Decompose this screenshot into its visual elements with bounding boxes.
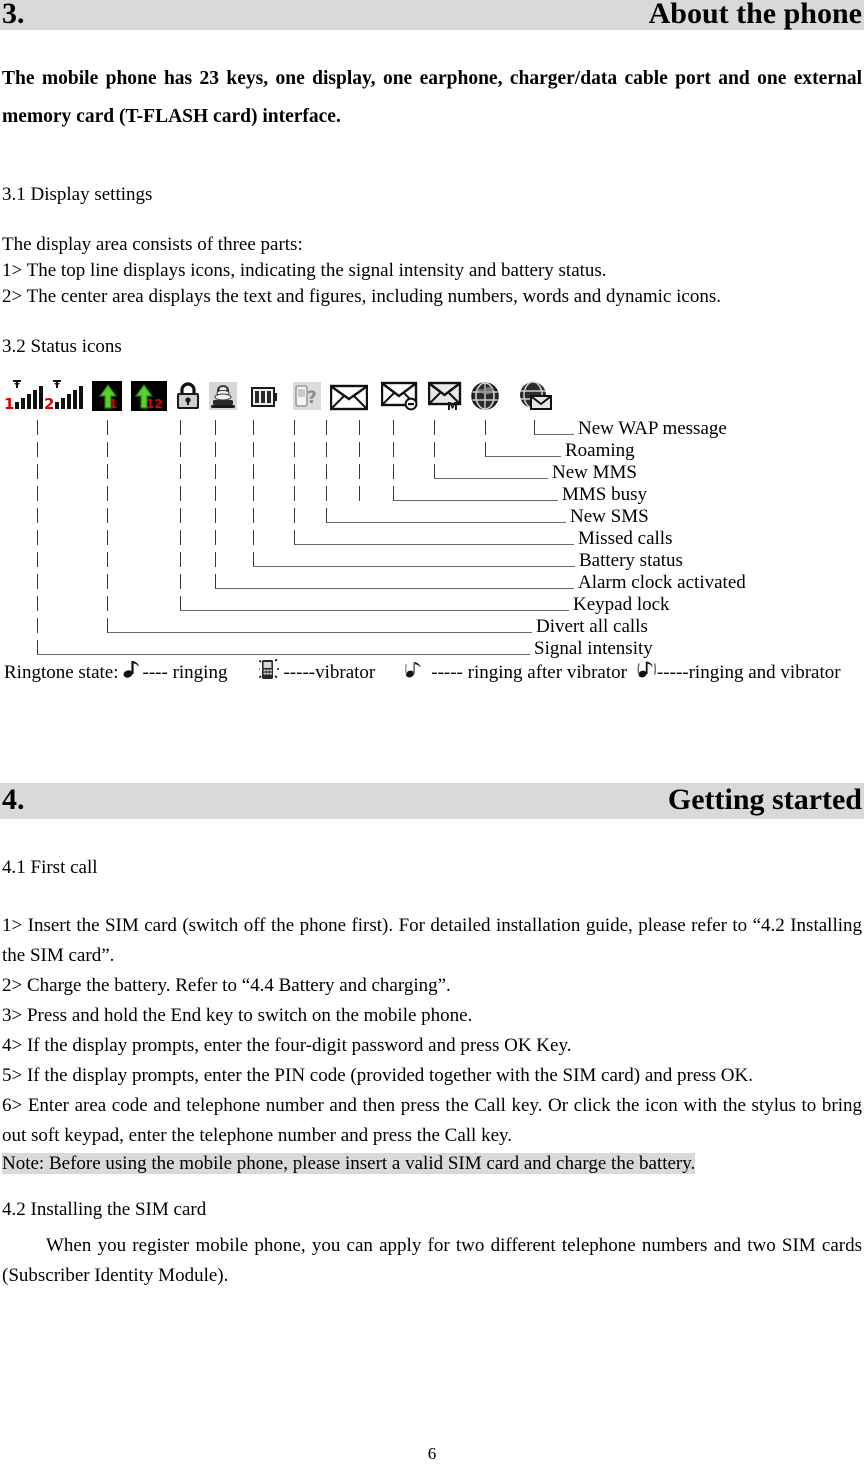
svg-text:1: 1: [4, 395, 14, 411]
chapter-4-number: 4.: [2, 782, 25, 816]
roaming-icon: [470, 381, 500, 416]
ring-and-vibrator-icon: [637, 659, 657, 686]
battery-status-icon: [250, 383, 278, 416]
status-icon-tree-diagram: New WAP message Roaming New MMS MMS busy…: [4, 416, 862, 659]
ring-after-vibrator-icon: [405, 659, 425, 686]
tree-label: New SMS: [570, 506, 649, 527]
new-wap-message-icon: [518, 381, 552, 416]
section-3-1-heading: 3.1 Display settings: [2, 184, 153, 205]
tree-label: Battery status: [579, 550, 683, 571]
section-4-1-step-3: 3> Press and hold the End key to switch …: [2, 1005, 473, 1026]
ringtone-state-line: Ringtone state: ---- ringing -----vibrat…: [4, 658, 862, 687]
section-4-1-step-5: 5> If the display prompts, enter the PIN…: [2, 1065, 754, 1086]
tree-row: New SMS: [4, 504, 862, 527]
mms-busy-icon: [380, 381, 421, 416]
ringtone-state-text-ring-and-vibrator: -----ringing and vibrator: [656, 661, 841, 683]
document-page: 3. About the phone The mobile phone has …: [0, 0, 864, 1474]
new-sms-icon: [329, 383, 369, 416]
section-4-1-note-wrapper: Note: Before using the mobile phone, ple…: [2, 1151, 862, 1177]
tree-row: Missed calls: [4, 526, 862, 549]
section-4-1-note: Note: Before using the mobile phone, ple…: [2, 1153, 696, 1174]
section-3-1-item-2: 2> The center area displays the text and…: [2, 286, 721, 307]
signal-intensity-sim2-icon: 2: [44, 379, 84, 416]
tree-row: MMS busy: [4, 482, 862, 505]
tree-label: Signal intensity: [534, 638, 653, 659]
tree-label: MMS busy: [562, 484, 647, 505]
chapter-3-number: 3.: [2, 0, 25, 30]
tree-label: Divert all calls: [536, 616, 648, 637]
svg-text:2: 2: [44, 395, 54, 411]
section-4-1-step-2: 2> Charge the battery. Refer to “4.4 Bat…: [2, 975, 451, 996]
missed-calls-icon: ?: [292, 381, 322, 416]
section-4-1-step-4: 4> If the display prompts, enter the fou…: [2, 1035, 572, 1056]
tree-row: Roaming: [4, 438, 862, 461]
section-4-1-step-6: 6> Enter area code and telephone number …: [2, 1095, 862, 1146]
section-3-1-lead: The display area consists of three parts…: [2, 234, 303, 255]
tree-row: New WAP message: [4, 416, 862, 439]
svg-text:M: M: [447, 400, 458, 411]
ringtone-state-label: Ringtone state:: [4, 661, 119, 683]
tree-label: Alarm clock activated: [578, 572, 746, 593]
section-3-2-heading: 3.2 Status icons: [2, 336, 122, 357]
tree-row: Alarm clock activated: [4, 570, 862, 593]
tree-row: Divert all calls: [4, 614, 862, 637]
tree-row: Battery status: [4, 548, 862, 571]
tree-row: Keypad lock: [4, 592, 862, 615]
tree-label: Keypad lock: [573, 594, 670, 615]
chapter-3-intro: The mobile phone has 23 keys, one displa…: [2, 68, 862, 127]
new-mms-icon: M: [427, 381, 464, 416]
chapter-4-title: Getting started: [667, 782, 862, 816]
svg-text:1: 1: [109, 397, 117, 411]
section-4-2-heading: 4.2 Installing the SIM card: [2, 1199, 207, 1220]
tree-label: Missed calls: [578, 528, 673, 549]
page-number: 6: [427, 1444, 437, 1463]
section-3-1-item-1: 1> The top line displays icons, indicati…: [2, 260, 607, 281]
divert-all-calls-sim1-icon: 1: [92, 381, 122, 416]
ringtone-state-text-ringing: ---- ringing: [142, 661, 228, 683]
section-4-1-step-1: 1> Insert the SIM card (switch off the p…: [2, 915, 862, 966]
tree-row: Signal intensity: [4, 636, 862, 659]
ringtone-state-text-ring-after-vibrator: ----- ringing after vibrator: [431, 661, 627, 683]
alarm-clock-icon: [208, 381, 238, 416]
svg-text:12: 12: [146, 397, 163, 411]
divert-all-calls-sim2-icon: 12: [131, 381, 167, 416]
vibrator-phone-icon: [259, 658, 283, 687]
section-4-2-body: When you register mobile phone, you can …: [2, 1235, 862, 1286]
chapter-3-header: 3. About the phone: [0, 0, 864, 30]
chapter-4-header: 4. Getting started: [0, 783, 864, 819]
tree-row: New MMS: [4, 460, 862, 483]
signal-intensity-sim1-icon: 1: [4, 379, 44, 416]
svg-text:?: ?: [307, 388, 317, 408]
keypad-lock-icon: [174, 381, 202, 416]
tree-label: New WAP message: [578, 418, 727, 439]
status-icon-strip: 1 2 1 12 ? M: [4, 376, 862, 416]
tree-label: New MMS: [552, 462, 637, 483]
chapter-3-title: About the phone: [648, 0, 862, 30]
section-4-1-heading: 4.1 First call: [2, 857, 98, 878]
ringtone-state-text-vibrator: -----vibrator: [283, 661, 376, 683]
music-note-icon: [123, 659, 141, 686]
tree-label: Roaming: [565, 440, 635, 461]
